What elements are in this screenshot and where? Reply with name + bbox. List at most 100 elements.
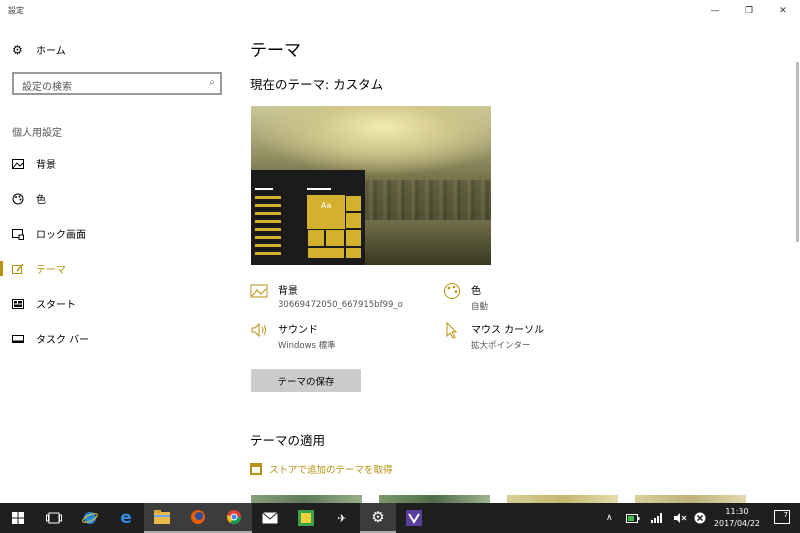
windows-start-icon[interactable] — [0, 503, 36, 533]
theme-preview: Aa — [251, 106, 491, 265]
settings-icon[interactable]: ⚙ — [360, 503, 396, 533]
color-property[interactable]: 色 自動 — [443, 282, 488, 312]
section-label: 個人用設定 — [12, 128, 62, 139]
page-title: テーマ — [250, 41, 301, 61]
theme-icon — [12, 263, 24, 274]
preview-tile — [345, 212, 362, 229]
search-box[interactable]: 設定の検索 ⌕ — [12, 72, 222, 95]
search-placeholder: 設定の検索 — [22, 82, 72, 93]
preview-menu-bar — [255, 228, 281, 231]
preview-menu-bar — [255, 212, 281, 215]
scrollbar[interactable] — [796, 62, 799, 242]
visual-studio-icon[interactable] — [396, 503, 432, 533]
sidebar-item-start[interactable]: スタート — [0, 286, 235, 321]
palette-icon — [12, 193, 24, 204]
store-link[interactable]: ストアで追加のテーマを取得 — [250, 462, 393, 476]
preview-tile — [345, 247, 362, 259]
window-title: 設定 — [8, 6, 24, 15]
clock-time: 11:30 — [725, 507, 749, 516]
cursor-label: マウス カーソル — [471, 325, 545, 336]
start-icon — [12, 298, 24, 309]
home-label: ホーム — [36, 46, 66, 57]
chrome-icon[interactable] — [216, 503, 252, 533]
color-value: 自動 — [471, 302, 489, 312]
battery-icon[interactable] — [626, 503, 640, 533]
preview-sky — [251, 106, 491, 176]
color-label: 色 — [471, 286, 481, 297]
current-theme-heading: 現在のテーマ: カスタム — [250, 77, 384, 92]
sidebar-item-color[interactable]: 色 — [0, 181, 235, 216]
image-icon — [12, 158, 24, 169]
lock-screen-icon — [12, 228, 24, 240]
sidebar-item-label: タスク バー — [36, 335, 90, 346]
mail-icon[interactable] — [252, 503, 288, 533]
minimize-button[interactable]: — — [698, 0, 732, 22]
taskbar: e ✈ ⚙ ∧ 11:30 2017/04/22 7 — [0, 503, 800, 533]
gear-icon: ⚙ — [12, 42, 23, 57]
window-controls: — ❐ ✕ — [698, 0, 800, 22]
preview-menu-bar — [255, 204, 281, 207]
show-hidden-icons-chevron-icon[interactable]: ∧ — [606, 503, 613, 533]
sidebar: ⚙ ホーム 設定の検索 ⌕ 個人用設定 背景 色 ロック画面 テーマ スタート — [0, 22, 235, 503]
cursor-value: 拡大ポインター — [471, 341, 531, 351]
preview-menu-line — [307, 188, 331, 190]
firefox-icon[interactable] — [180, 503, 216, 533]
photo-app-icon[interactable] — [288, 503, 324, 533]
cursor-property[interactable]: マウス カーソル 拡大ポインター — [443, 321, 544, 351]
sidebar-item-label: ロック画面 — [36, 230, 86, 241]
settings-glyph: ⚙ — [371, 508, 385, 526]
close-button[interactable]: ✕ — [766, 0, 800, 22]
ime-icon[interactable] — [694, 503, 706, 533]
preview-menu-bar — [255, 252, 281, 255]
apply-theme-heading: テーマの適用 — [250, 433, 326, 448]
preview-tile — [307, 247, 345, 259]
sidebar-item-taskbar[interactable]: タスク バー — [0, 321, 235, 356]
preview-tile — [325, 229, 345, 247]
sidebar-item-label: 背景 — [36, 160, 56, 171]
preview-tile — [345, 229, 362, 247]
internet-explorer-icon[interactable] — [72, 503, 108, 533]
preview-tile — [345, 195, 362, 212]
preview-tile-large: Aa — [307, 195, 345, 229]
sidebar-item-label: テーマ — [36, 265, 66, 276]
sound-label: サウンド — [278, 325, 318, 336]
clock-date: 2017/04/22 — [713, 519, 760, 528]
title-bar: 設定 — ❐ ✕ — [0, 0, 800, 22]
edge-glyph: e — [120, 508, 132, 528]
home-nav-item[interactable]: ⚙ ホーム — [12, 42, 66, 58]
action-center-icon[interactable]: 7 — [774, 510, 790, 524]
palette-icon — [444, 283, 460, 299]
volume-muted-icon[interactable] — [674, 503, 688, 533]
task-view-icon[interactable] — [36, 503, 72, 533]
sidebar-item-background[interactable]: 背景 — [0, 146, 235, 181]
store-link-label: ストアで追加のテーマを取得 — [269, 465, 393, 476]
preview-menu-bar — [255, 220, 281, 223]
background-label: 背景 — [278, 286, 298, 297]
preview-menu-bar — [255, 244, 281, 247]
sidebar-nav: 背景 色 ロック画面 テーマ スタート タスク バー — [0, 146, 235, 356]
sidebar-item-label: 色 — [36, 195, 46, 206]
notification-count: 7 — [783, 511, 788, 519]
file-explorer-icon[interactable] — [144, 503, 180, 533]
sidebar-item-theme[interactable]: テーマ — [0, 251, 235, 286]
speaker-icon — [251, 322, 266, 338]
preview-menu-line — [255, 188, 273, 190]
image-icon — [250, 284, 268, 298]
clock[interactable]: 11:30 2017/04/22 — [714, 506, 760, 530]
network-icon[interactable] — [651, 503, 663, 533]
search-icon[interactable]: ⌕ — [209, 77, 215, 88]
sound-property[interactable]: サウンド Windows 標準 — [250, 321, 336, 351]
restore-button[interactable]: ❐ — [732, 0, 766, 22]
preview-tile — [307, 229, 325, 247]
preview-menu-bar — [255, 196, 281, 199]
preview-menu-bar — [255, 236, 281, 239]
app-glyph: ✈ — [337, 511, 347, 525]
edge-icon[interactable]: e — [108, 503, 144, 533]
mouse-cursor-icon — [446, 321, 458, 339]
save-theme-button[interactable]: テーマの保存 — [251, 369, 361, 392]
background-property[interactable]: 背景 30669472050_667915bf99_o — [250, 282, 403, 310]
sidebar-item-lock-screen[interactable]: ロック画面 — [0, 216, 235, 251]
app-icon[interactable]: ✈ — [324, 503, 360, 533]
main-content: テーマ 現在のテーマ: カスタム Aa 背景 30669472050_66791… — [235, 22, 800, 505]
taskbar-icon — [12, 334, 24, 343]
